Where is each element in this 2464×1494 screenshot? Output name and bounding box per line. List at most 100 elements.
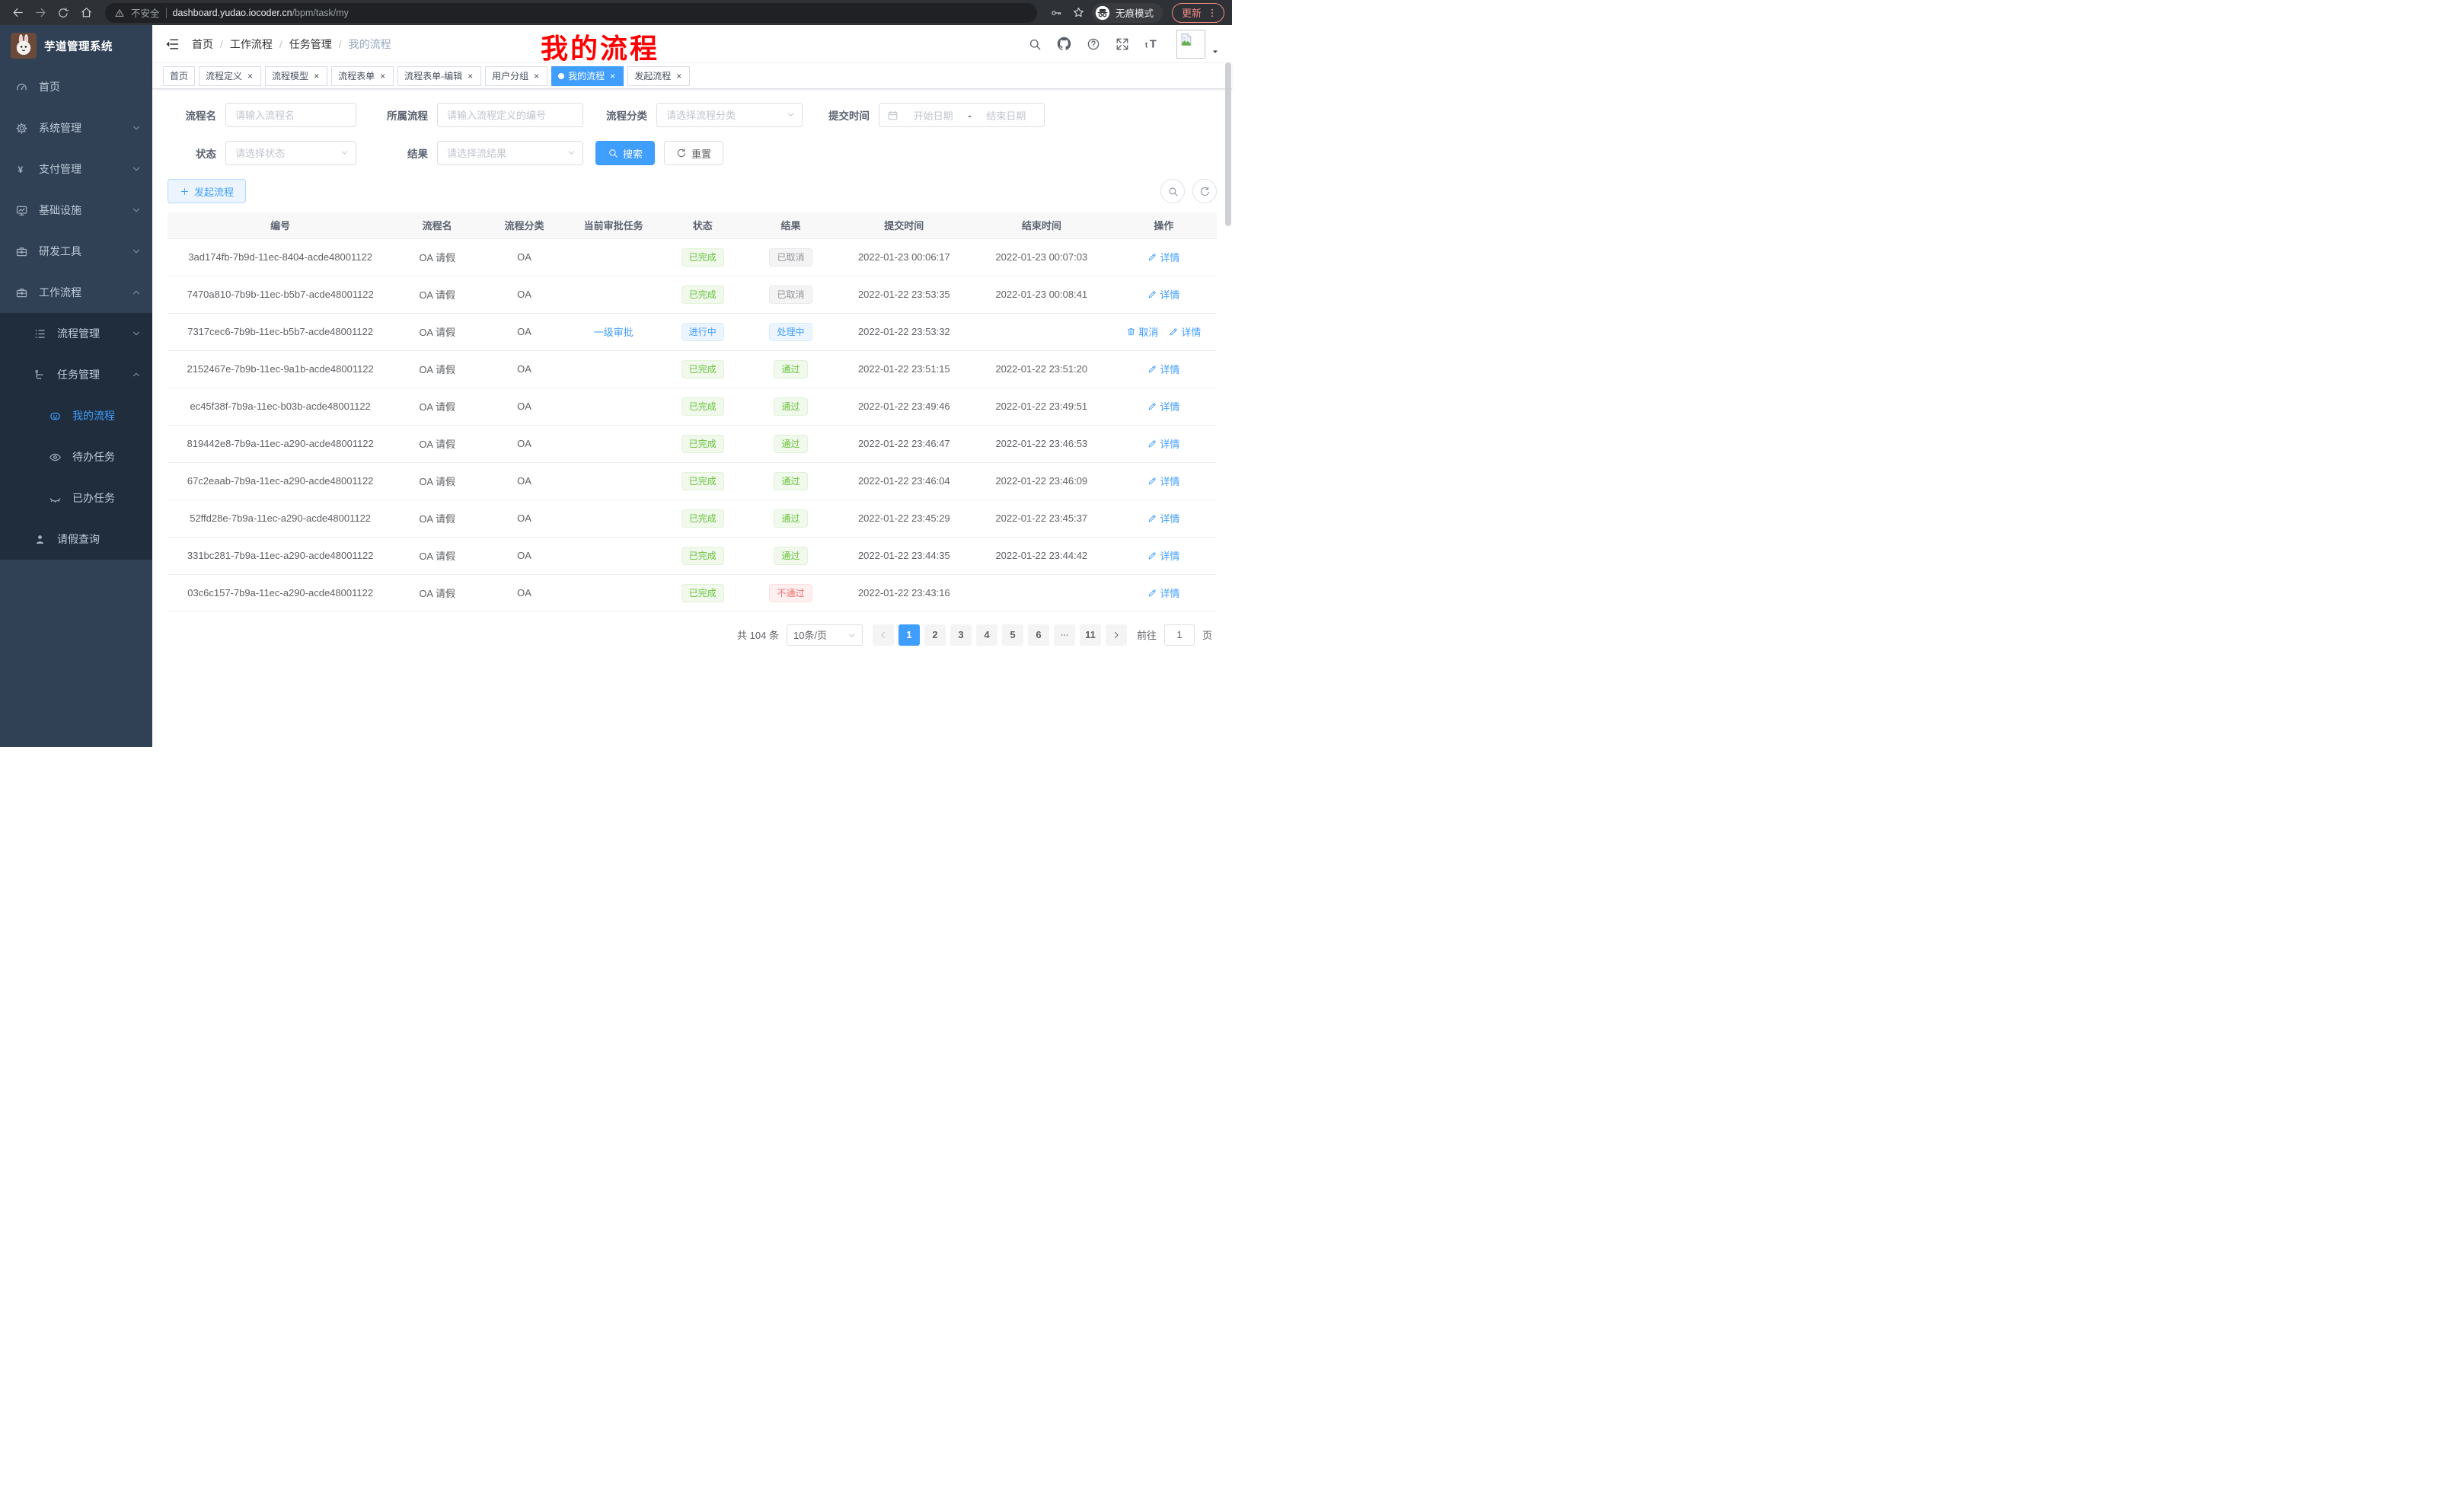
cell-submit-time: 2022-01-22 23:45:29 <box>836 500 972 537</box>
browser-reload-button[interactable] <box>53 3 73 23</box>
scrollbar-thumb[interactable] <box>1225 62 1231 226</box>
breadcrumb-separator: / <box>279 38 282 50</box>
refresh-table-button[interactable] <box>1192 179 1217 203</box>
sidebar-item-工作流程[interactable]: 工作流程 <box>0 272 152 313</box>
start-date-placeholder[interactable]: 开始日期 <box>903 108 963 123</box>
cell-category: OA <box>481 350 567 388</box>
sidebar-item-label: 任务管理 <box>57 367 100 382</box>
detail-link[interactable]: 详情 <box>1147 586 1179 600</box>
goto-page-input[interactable] <box>1164 624 1195 646</box>
tab-close-icon[interactable]: × <box>378 71 387 81</box>
tab-close-icon[interactable]: × <box>532 71 541 81</box>
tab-close-icon[interactable]: × <box>675 71 683 81</box>
page-button-4[interactable]: 4 <box>976 624 997 646</box>
browser-update-button[interactable]: 更新 <box>1172 3 1224 23</box>
sidebar-item-已办任务[interactable]: 已办任务 <box>0 477 152 519</box>
reset-button[interactable]: 重置 <box>664 141 723 165</box>
tab-close-icon[interactable]: × <box>608 71 617 81</box>
breadcrumb-workflow[interactable]: 工作流程 <box>230 37 273 52</box>
page-size-select[interactable]: 10条/页 <box>787 624 863 646</box>
sidebar-item-研发工具[interactable]: 研发工具 <box>0 231 152 272</box>
font-size-icon[interactable]: tT <box>1144 36 1161 53</box>
page-button-6[interactable]: 6 <box>1028 624 1049 646</box>
browser-forward-button[interactable] <box>30 3 50 23</box>
status-select[interactable] <box>225 141 356 165</box>
avatar[interactable] <box>1176 30 1205 59</box>
detail-link[interactable]: 详情 <box>1147 362 1179 376</box>
help-icon[interactable] <box>1087 37 1100 51</box>
detail-link[interactable]: 详情 <box>1147 436 1179 451</box>
table-row: ec45f38f-7b9a-11ec-b03b-acde48001122OA 请… <box>168 388 1217 425</box>
end-date-placeholder[interactable]: 结束日期 <box>976 108 1036 123</box>
create-process-button[interactable]: 发起流程 <box>168 179 246 203</box>
tab-流程定义[interactable]: 流程定义× <box>199 66 261 86</box>
sidebar-item-我的流程[interactable]: 我的流程 <box>0 395 152 436</box>
result-select[interactable] <box>437 141 583 165</box>
header-search-icon[interactable] <box>1028 37 1042 51</box>
show-search-button[interactable] <box>1160 179 1185 203</box>
detail-link[interactable]: 详情 <box>1147 250 1179 264</box>
sidebar-logo[interactable]: 芋道管理系统 <box>0 25 152 66</box>
process-def-input[interactable] <box>437 103 583 127</box>
page-scrollbar[interactable] <box>1225 27 1231 745</box>
table-tools <box>1160 179 1217 203</box>
search-button[interactable]: 搜索 <box>595 141 655 165</box>
github-icon[interactable] <box>1057 37 1071 51</box>
browser-back-button[interactable] <box>8 3 27 23</box>
sidebar-item-基础设施[interactable]: 基础设施 <box>0 190 152 231</box>
page-button-2[interactable]: 2 <box>924 624 946 646</box>
breadcrumb-home[interactable]: 首页 <box>192 37 213 52</box>
prev-page-button[interactable] <box>873 624 894 646</box>
url-bar[interactable]: 不安全 dashboard.yudao.iocoder.cn/bpm/task/… <box>105 3 1037 23</box>
sidebar-item-系统管理[interactable]: 系统管理 <box>0 107 152 148</box>
detail-link[interactable]: 详情 <box>1147 548 1179 563</box>
category-select[interactable] <box>656 103 803 127</box>
cell-category: OA <box>481 388 567 425</box>
table-row: 7317cec6-7b9b-11ec-b5b7-acde48001122OA 请… <box>168 313 1217 350</box>
detail-link[interactable]: 详情 <box>1147 399 1179 413</box>
tab-close-icon[interactable]: × <box>246 71 254 81</box>
browser-home-button[interactable] <box>76 3 96 23</box>
detail-link[interactable]: 详情 <box>1147 287 1179 302</box>
browser-menu-icon[interactable] <box>1207 8 1218 18</box>
sidebar-collapse-button[interactable] <box>164 37 180 52</box>
sidebar-item-请假查询[interactable]: 请假查询 <box>0 519 152 560</box>
cell-process-name: OA 请假 <box>393 388 481 425</box>
table-header-row: 编号流程名流程分类当前审批任务状态结果提交时间结束时间操作 <box>168 212 1217 238</box>
sidebar-item-首页[interactable]: 首页 <box>0 66 152 107</box>
more-pages-button[interactable] <box>1054 624 1075 646</box>
user-menu[interactable] <box>1176 30 1220 59</box>
date-range-picker[interactable]: 开始日期 - 结束日期 <box>879 103 1045 127</box>
sidebar-item-流程管理[interactable]: 流程管理 <box>0 313 152 354</box>
filter-row-2: 状态 结果 搜索 重置 <box>168 141 1217 165</box>
sidebar-item-待办任务[interactable]: 待办任务 <box>0 436 152 477</box>
tab-首页[interactable]: 首页 <box>163 66 195 86</box>
breadcrumb-task[interactable]: 任务管理 <box>289 37 332 52</box>
sidebar-item-任务管理[interactable]: 任务管理 <box>0 354 152 395</box>
tab-close-icon[interactable]: × <box>466 71 474 81</box>
page-button-1[interactable]: 1 <box>898 624 920 646</box>
chevron-down-icon[interactable] <box>1211 47 1220 56</box>
process-name-input[interactable] <box>225 103 356 127</box>
tab-我的流程[interactable]: 我的流程× <box>551 66 624 86</box>
tab-流程表单-编辑[interactable]: 流程表单-编辑× <box>397 66 481 86</box>
sidebar-item-支付管理[interactable]: ¥支付管理 <box>0 148 152 190</box>
cancel-link[interactable]: 取消 <box>1126 324 1158 339</box>
detail-link[interactable]: 详情 <box>1147 511 1179 525</box>
detail-link[interactable]: 详情 <box>1169 324 1201 339</box>
filter-category: 流程分类 <box>594 103 803 127</box>
tab-流程模型[interactable]: 流程模型× <box>265 66 327 86</box>
next-page-button[interactable] <box>1106 624 1127 646</box>
tab-发起流程[interactable]: 发起流程× <box>627 66 690 86</box>
detail-link[interactable]: 详情 <box>1147 474 1179 488</box>
tab-close-icon[interactable]: × <box>312 71 321 81</box>
current-task-link[interactable]: 一级审批 <box>594 324 634 339</box>
bookmark-button[interactable] <box>1069 3 1089 23</box>
password-manager-button[interactable] <box>1046 3 1066 23</box>
tab-用户分组[interactable]: 用户分组× <box>485 66 547 86</box>
tab-流程表单[interactable]: 流程表单× <box>331 66 394 86</box>
page-button-11[interactable]: 11 <box>1080 624 1101 646</box>
page-button-5[interactable]: 5 <box>1002 624 1023 646</box>
fullscreen-icon[interactable] <box>1116 37 1129 51</box>
page-button-3[interactable]: 3 <box>950 624 972 646</box>
